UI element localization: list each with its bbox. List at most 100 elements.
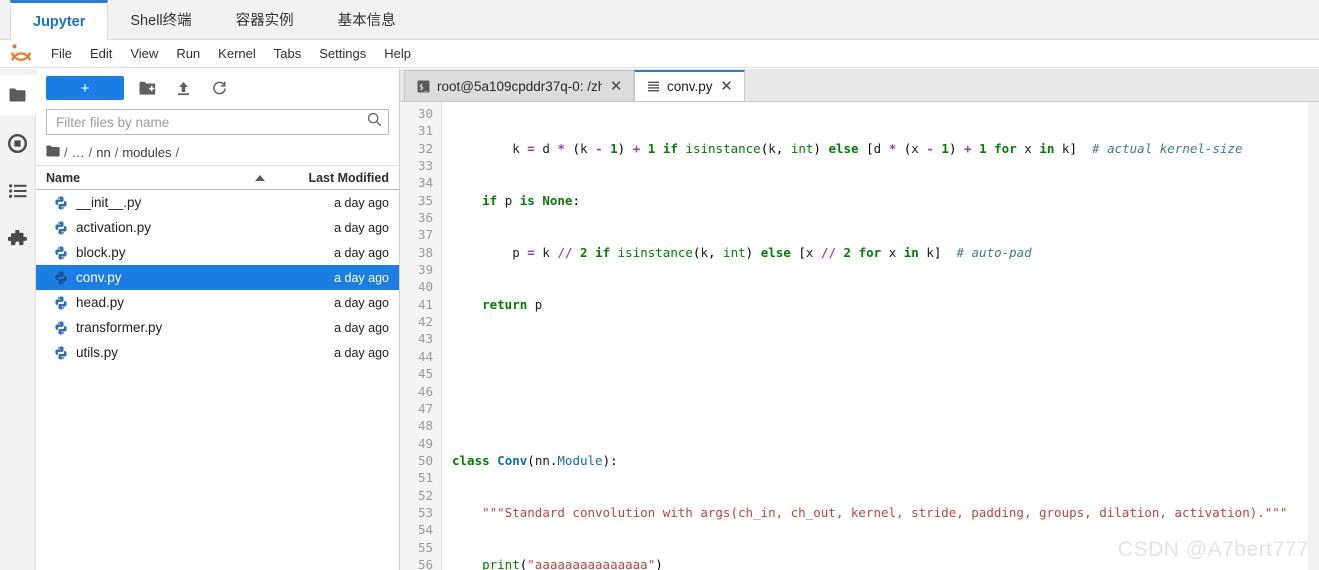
code-line-31: if p is None: [482, 192, 580, 208]
text-editor-icon [647, 80, 660, 93]
platform-tab-container[interactable]: 容器实例 [214, 0, 316, 39]
jupyter-logo-icon [8, 42, 34, 66]
python-file-icon [54, 346, 68, 360]
file-modified: a day ago [334, 295, 389, 310]
menu-run[interactable]: Run [167, 43, 209, 64]
breadcrumb: / … / nn / modules / [36, 139, 399, 165]
list-item-selected[interactable]: conv.py a day ago [36, 265, 399, 290]
svg-text:$_: $_ [419, 82, 429, 91]
upload-icon[interactable] [170, 76, 196, 100]
code-line-32: p = k // 2 if isinstance(k, int) else [x… [512, 244, 1032, 260]
file-name: head.py [76, 295, 125, 310]
platform-tab-label: 容器实例 [235, 13, 294, 29]
file-list: __init__.py a day ago activation.py a da… [36, 190, 399, 570]
file-modified: a day ago [334, 345, 389, 360]
menu-view[interactable]: View [121, 43, 167, 64]
column-header-name[interactable]: Name [46, 171, 281, 185]
breadcrumb-sep: / [64, 144, 68, 160]
file-name: transformer.py [76, 320, 163, 335]
breadcrumb-sep: / [114, 144, 119, 160]
line-number: 54 [417, 522, 433, 538]
document-tab-terminal[interactable]: $_ root@5a109cpddr37q-0: /zh ✕ [404, 70, 634, 101]
python-file-icon [54, 196, 68, 210]
code-line-37: """Standard convolution with args(ch_in,… [482, 504, 1288, 520]
file-modified: a day ago [334, 245, 389, 260]
line-number: 30 [417, 106, 433, 121]
line-number: 50 [417, 452, 433, 468]
line-number: 48 [417, 418, 433, 434]
file-name: activation.py [76, 220, 152, 235]
line-number: 51 [417, 470, 433, 486]
menu-help[interactable]: Help [375, 43, 420, 64]
new-launcher-button[interactable]: + [46, 76, 124, 100]
line-number: 35 [417, 192, 433, 208]
list-item[interactable]: head.py a day ago [36, 290, 399, 315]
platform-tab-label: Shell终端 [130, 13, 192, 29]
menu-kernel[interactable]: Kernel [209, 43, 265, 64]
commands-list-icon[interactable] [0, 171, 36, 211]
sort-ascending-icon [255, 174, 265, 181]
file-name: block.py [76, 245, 126, 260]
running-terminals-icon[interactable] [0, 123, 36, 163]
line-number: 55 [417, 539, 433, 555]
file-name: __init__.py [76, 195, 142, 210]
line-number: 47 [417, 400, 433, 416]
line-number: 36 [417, 210, 433, 226]
menu-edit[interactable]: Edit [81, 43, 121, 64]
python-file-icon [54, 271, 68, 285]
terminal-icon: $_ [417, 80, 430, 93]
breadcrumb-sep: / [175, 144, 180, 160]
activity-rail [0, 69, 36, 570]
line-number: 41 [417, 296, 433, 312]
file-browser-panel: + / … / nn / modules [36, 69, 400, 570]
line-number: 56 [417, 556, 433, 570]
line-number: 52 [417, 487, 433, 503]
line-number: 53 [417, 504, 433, 520]
file-name: utils.py [76, 345, 119, 360]
refresh-icon[interactable] [206, 76, 232, 100]
document-tab-conv-py[interactable]: conv.py ✕ [634, 70, 745, 101]
extensions-puzzle-icon[interactable] [0, 219, 36, 259]
new-folder-icon[interactable] [134, 76, 160, 100]
code-editor[interactable]: 30 31 32 33 34 35 36 37 38 39 40 41 42 4… [400, 102, 1319, 570]
breadcrumb-item-nn[interactable]: nn [96, 145, 110, 160]
close-icon[interactable]: ✕ [609, 79, 623, 94]
platform-tab-basicinfo[interactable]: 基本信息 [316, 0, 418, 39]
platform-tab-shell[interactable]: Shell终端 [108, 0, 213, 39]
column-header-name-label: Name [46, 170, 81, 185]
list-item[interactable]: activation.py a day ago [36, 215, 399, 240]
menu-settings[interactable]: Settings [310, 43, 375, 64]
editor-scrollbar[interactable] [1308, 102, 1319, 570]
file-filter-box[interactable] [46, 109, 389, 135]
line-number: 34 [417, 175, 433, 191]
file-modified: a day ago [334, 320, 389, 335]
line-number: 32 [417, 140, 433, 156]
file-browser-icon[interactable] [0, 75, 36, 115]
column-header-last-modified[interactable]: Last Modified [281, 171, 389, 185]
line-number-gutter: 30 31 32 33 34 35 36 37 38 39 40 41 42 4… [400, 102, 442, 570]
list-item[interactable]: __init__.py a day ago [36, 190, 399, 215]
platform-tab-jupyter[interactable]: Jupyter [10, 0, 109, 40]
file-list-header: Name Last Modified [36, 165, 399, 190]
list-item[interactable]: block.py a day ago [36, 240, 399, 265]
line-number: 31 [417, 123, 433, 139]
document-tab-label: conv.py [667, 79, 713, 94]
file-modified: a day ago [334, 195, 389, 210]
breadcrumb-sep: / [88, 144, 93, 160]
code-content[interactable]: k = d * (k - 1) + 1 if isinstance(k, int… [442, 102, 1319, 570]
workspace: + / … / nn / modules [0, 69, 1319, 570]
list-item[interactable]: transformer.py a day ago [36, 315, 399, 340]
python-file-icon [54, 221, 68, 235]
menu-tabs[interactable]: Tabs [265, 43, 310, 64]
close-icon[interactable]: ✕ [720, 79, 734, 94]
list-item[interactable]: utils.py a day ago [36, 340, 399, 365]
breadcrumb-item-modules[interactable]: modules [122, 145, 171, 160]
breadcrumb-home-icon[interactable] [46, 145, 60, 160]
line-number: 46 [417, 383, 433, 399]
search-input[interactable] [56, 114, 367, 130]
platform-tab-strip: Jupyter Shell终端 容器实例 基本信息 [0, 0, 1319, 40]
python-file-icon [54, 246, 68, 260]
menu-file[interactable]: File [42, 43, 81, 64]
breadcrumb-ellipsis[interactable]: … [72, 145, 85, 160]
